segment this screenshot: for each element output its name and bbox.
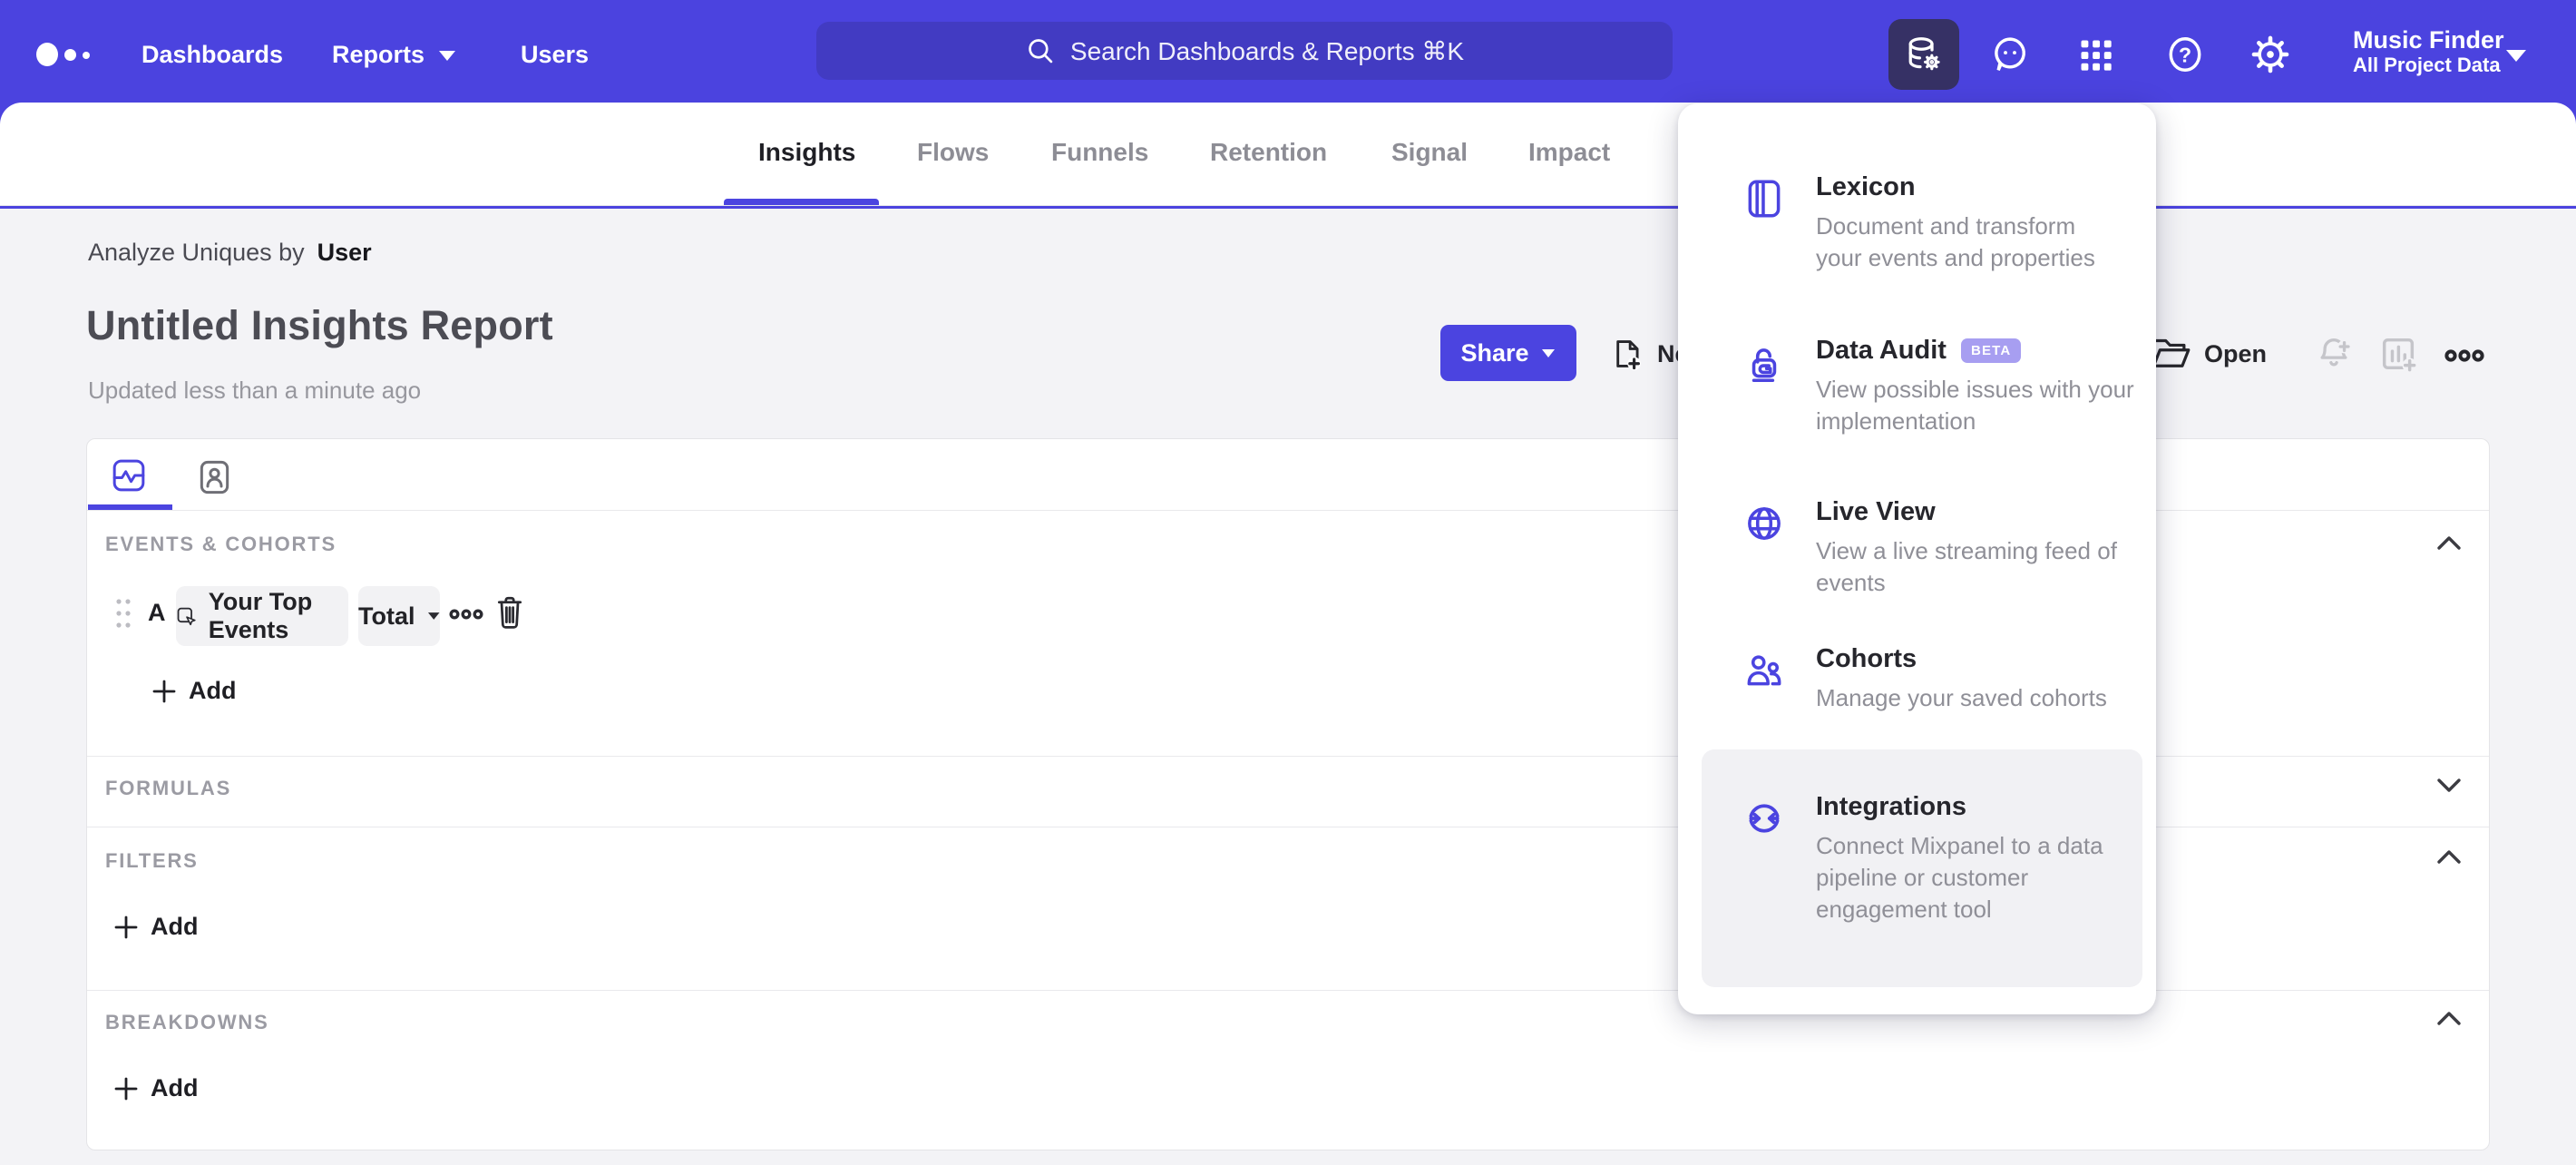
tab-funnels[interactable]: Funnels [1051,138,1148,167]
project-switcher[interactable]: Music Finder All Project Data [2353,26,2504,77]
menu-item-data-audit[interactable]: Data Audit BETA [1816,336,2022,366]
help-icon: ? [2169,37,2201,72]
row-more-dots-icon [449,609,483,620]
tab-signal[interactable]: Signal [1391,138,1468,167]
svg-text:?: ? [2179,43,2191,66]
logo-dot-large [36,43,58,66]
updated-timestamp: Updated less than a minute ago [88,377,422,404]
events-collapse-chevron-up[interactable] [2435,534,2463,553]
integrations-icon [1749,804,1780,833]
menu-item-lexicon[interactable]: Lexicon [1816,172,1916,202]
gear-icon [2251,35,2289,73]
share-button[interactable]: Share [1440,325,1576,381]
event-row-delete-button[interactable] [493,593,526,633]
pulse-chart-icon [112,459,145,492]
alerts-button[interactable] [2313,332,2355,374]
filters-collapse-chevron-up[interactable] [2435,847,2463,867]
mixpanel-logo[interactable] [36,42,91,67]
tab-metrics[interactable] [111,457,151,497]
cohorts-icon [1747,655,1781,686]
menu-item-cohorts-desc: Manage your saved cohorts [1816,684,2107,711]
logo-dot-medium [64,49,76,61]
breadcrumb-value[interactable]: User [317,239,372,267]
section-filters-label: FILTERS [105,849,199,872]
database-gear-icon [1908,37,1940,71]
tab-flows[interactable]: Flows [917,138,989,167]
metric-selector-button[interactable]: Total [358,586,440,646]
event-click-icon [177,607,196,625]
plus-icon [152,680,176,702]
section-formulas-label: FORMULAS [105,777,232,799]
bell-plus-icon [2320,338,2351,367]
more-dots-icon [2444,349,2484,362]
user-card-icon [200,460,229,494]
active-tab-indicator [724,199,879,205]
drag-dots-icon [116,599,131,628]
menu-item-cohorts[interactable]: Cohorts [1816,644,1917,674]
event-selector-button[interactable]: Your Top Events [176,586,348,646]
menu-item-live-view-desc: View a live streaming feed of events [1816,537,2117,596]
lexicon-icon [1748,180,1781,218]
live-view-icon [1748,507,1781,540]
breakdowns-collapse-chevron-up[interactable] [2435,1009,2463,1029]
metric-selector-label: Total [358,602,415,630]
menu-item-integrations-desc: Connect Mixpanel to a data pipeline or c… [1816,832,2103,923]
search-icon [1029,39,1053,64]
project-chevron-down-icon[interactable] [2503,47,2529,64]
new-document-icon [1616,340,1641,371]
tab-insights[interactable]: Insights [758,138,855,167]
page-title[interactable]: Untitled Insights Report [86,302,553,349]
section-events-cohorts-label: EVENTS & COHORTS [105,533,337,555]
trash-icon [497,596,522,629]
open-report-button[interactable]: Open [2150,336,2267,372]
plus-icon [114,1077,138,1100]
tab-retention[interactable]: Retention [1210,138,1327,167]
event-row-letter: A [148,599,166,626]
metric-caret-icon [427,612,440,620]
project-name: Music Finder [2353,26,2504,54]
feedback-button[interactable] [1988,33,2032,76]
tab-impact[interactable]: Impact [1528,138,1610,167]
more-actions-button[interactable] [2444,343,2485,368]
logo-dot-small [83,52,90,59]
plus-icon [114,915,138,938]
data-audit-icon [1751,348,1777,382]
event-selector-label: Your Top Events [208,588,313,643]
breadcrumb-prefix: Analyze Uniques by [88,239,305,266]
grid-icon [2081,40,2112,71]
help-button[interactable]: ? [2164,34,2206,75]
beta-badge: BETA [1960,338,2022,363]
nav-dashboards[interactable]: Dashboards [141,41,283,69]
nav-users[interactable]: Users [521,41,589,69]
project-scope: All Project Data [2353,54,2501,76]
menu-item-live-view[interactable]: Live View [1816,497,1936,527]
data-management-button[interactable] [1888,19,1959,90]
event-row-more-button[interactable] [448,602,484,626]
apps-grid-button[interactable] [2075,34,2117,76]
menu-item-integrations[interactable]: Integrations [1816,792,1966,822]
menu-item-lexicon-desc: Document and transform your events and p… [1816,212,2095,271]
add-filter-button[interactable]: Add [114,913,198,941]
nav-reports[interactable]: Reports [332,41,457,69]
share-caret-icon [1541,349,1555,357]
tab-user-profiles[interactable] [198,459,234,497]
section-breakdowns-label: BREAKDOWNS [105,1011,269,1033]
chat-bubble-icon [1995,37,2025,71]
formulas-expand-chevron-down[interactable] [2435,775,2463,795]
chart-plus-icon [2382,338,2417,373]
chevron-down-icon [439,50,456,61]
breadcrumb: Analyze Uniques by User [88,239,372,267]
data-management-dropdown: Lexicon Document and transform your even… [1678,103,2156,1014]
search-placeholder: Search Dashboards & Reports ⌘K [1069,36,1465,65]
add-event-button[interactable]: Add [152,677,236,705]
settings-button[interactable] [2249,34,2291,75]
global-search-input[interactable]: Search Dashboards & Reports ⌘K [816,22,1673,80]
add-to-dashboard-button[interactable] [2376,332,2420,376]
event-row-drag-handle[interactable] [114,595,132,631]
menu-item-data-audit-desc: View possible issues with your implement… [1816,376,2134,435]
add-breakdown-button[interactable]: Add [114,1074,198,1102]
